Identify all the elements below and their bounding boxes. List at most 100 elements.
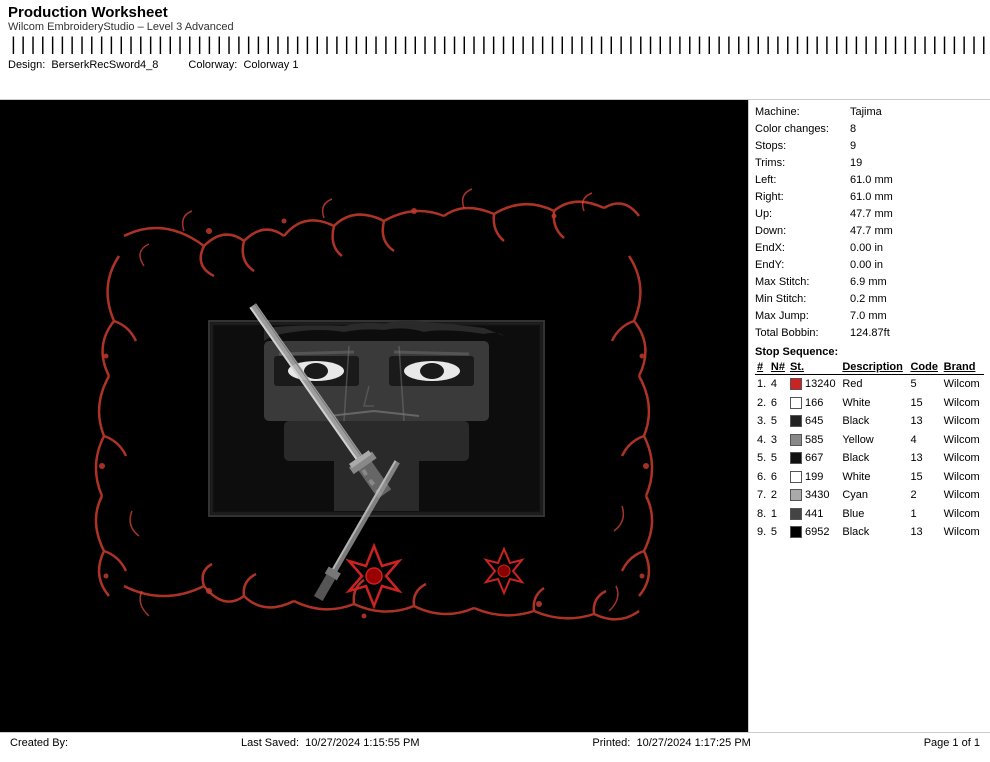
row-swatch: 585	[788, 431, 840, 450]
max-stitch-value: 6.9 mm	[850, 274, 887, 291]
color-swatch-icon	[790, 434, 802, 446]
page-number: Page 1 of 1	[924, 737, 980, 749]
color-swatch-icon	[790, 452, 802, 464]
row-description: Red	[840, 375, 908, 394]
row-brand: Wilcom	[942, 431, 984, 450]
stop-sequence-section: Stop Sequence: # N# St. Description Code…	[755, 346, 984, 542]
table-row: 2. 6 166 White 15 Wilcom	[755, 394, 984, 413]
row-swatch: 441	[788, 505, 840, 524]
header-meta: Design: BerserkRecSword4_8 Colorway: Col…	[8, 59, 990, 71]
row-brand: Wilcom	[942, 523, 984, 542]
design-area	[0, 100, 748, 732]
main-layout: Machine: Tajima Color changes: 8 Stops: …	[0, 100, 990, 732]
down-value: 47.7 mm	[850, 223, 893, 240]
design-value: BerserkRecSword4_8	[51, 59, 158, 71]
row-brand: Wilcom	[942, 394, 984, 413]
row-code: 13	[908, 412, 941, 431]
row-n: 4	[769, 375, 788, 394]
row-description: Yellow	[840, 431, 908, 450]
endy-label: EndY:	[755, 257, 850, 274]
color-swatch-icon	[790, 508, 802, 520]
page-header: Production Worksheet Wilcom EmbroiderySt…	[0, 0, 990, 100]
row-brand: Wilcom	[942, 468, 984, 487]
row-brand: Wilcom	[942, 449, 984, 468]
machine-value: Tajima	[850, 104, 882, 121]
row-num: 4.	[755, 431, 769, 450]
color-swatch-icon	[790, 471, 802, 483]
embroidery-svg	[64, 156, 684, 676]
row-code: 15	[908, 468, 941, 487]
row-num: 6.	[755, 468, 769, 487]
row-code: 15	[908, 394, 941, 413]
color-changes-value: 8	[850, 121, 856, 138]
row-num: 7.	[755, 486, 769, 505]
row-num: 8.	[755, 505, 769, 524]
row-num: 1.	[755, 375, 769, 394]
row-code: 2	[908, 486, 941, 505]
up-label: Up:	[755, 206, 850, 223]
row-swatch: 6952	[788, 523, 840, 542]
row-n: 6	[769, 468, 788, 487]
table-row: 4. 3 585 Yellow 4 Wilcom	[755, 431, 984, 450]
down-label: Down:	[755, 223, 850, 240]
row-num: 3.	[755, 412, 769, 431]
machine-label: Machine:	[755, 104, 850, 121]
row-brand: Wilcom	[942, 375, 984, 394]
row-n: 6	[769, 394, 788, 413]
design-label: Design:	[8, 59, 45, 71]
row-num: 2.	[755, 394, 769, 413]
last-saved-label: Last Saved:	[241, 737, 299, 749]
table-row: 8. 1 441 Blue 1 Wilcom	[755, 505, 984, 524]
row-swatch: 166	[788, 394, 840, 413]
color-swatch-icon	[790, 397, 802, 409]
col-header-brand: Brand	[942, 360, 984, 375]
row-n: 2	[769, 486, 788, 505]
app-subtitle: Wilcom EmbroideryStudio – Level 3 Advanc…	[8, 21, 990, 33]
right-label: Right:	[755, 189, 850, 206]
total-bobbin-label: Total Bobbin:	[755, 325, 850, 342]
row-n: 5	[769, 523, 788, 542]
table-row: 9. 5 6952 Black 13 Wilcom	[755, 523, 984, 542]
row-num: 9.	[755, 523, 769, 542]
total-bobbin-value: 124.87ft	[850, 325, 890, 342]
row-swatch: 13240	[788, 375, 840, 394]
row-swatch: 3430	[788, 486, 840, 505]
max-stitch-label: Max Stitch:	[755, 274, 850, 291]
color-swatch-icon	[790, 378, 802, 390]
row-description: White	[840, 468, 908, 487]
colorway-value: Colorway 1	[243, 59, 298, 71]
row-brand: Wilcom	[942, 486, 984, 505]
stops-label: Stops:	[755, 138, 850, 155]
stop-sequence-title: Stop Sequence:	[755, 346, 984, 358]
table-row: 7. 2 3430 Cyan 2 Wilcom	[755, 486, 984, 505]
left-value: 61.0 mm	[850, 172, 893, 189]
stops-value: 9	[850, 138, 856, 155]
table-row: 6. 6 199 White 15 Wilcom	[755, 468, 984, 487]
row-code: 5	[908, 375, 941, 394]
min-stitch-label: Min Stitch:	[755, 291, 850, 308]
endx-label: EndX:	[755, 240, 850, 257]
printed: Printed: 10/27/2024 1:17:25 PM	[592, 737, 750, 749]
row-brand: Wilcom	[942, 412, 984, 431]
row-n: 1	[769, 505, 788, 524]
left-label: Left:	[755, 172, 850, 189]
page-footer: Created By: Last Saved: 10/27/2024 1:15:…	[0, 732, 990, 754]
up-value: 47.7 mm	[850, 206, 893, 223]
barcode: ||||||||||||||||||||||||||||||||||||||||…	[8, 36, 990, 56]
endx-value: 0.00 in	[850, 240, 883, 257]
table-row: 3. 5 645 Black 13 Wilcom	[755, 412, 984, 431]
row-description: White	[840, 394, 908, 413]
color-changes-label: Color changes:	[755, 121, 850, 138]
colorway-label: Colorway:	[188, 59, 237, 71]
col-header-num: #	[755, 360, 769, 375]
row-description: Black	[840, 412, 908, 431]
info-panel: Machine: Tajima Color changes: 8 Stops: …	[748, 100, 990, 732]
row-code: 13	[908, 523, 941, 542]
row-code: 13	[908, 449, 941, 468]
color-swatch-icon	[790, 489, 802, 501]
last-saved: Last Saved: 10/27/2024 1:15:55 PM	[241, 737, 420, 749]
table-row: 1. 4 13240 Red 5 Wilcom	[755, 375, 984, 394]
row-description: Blue	[840, 505, 908, 524]
col-header-description: Description	[840, 360, 908, 375]
right-value: 61.0 mm	[850, 189, 893, 206]
